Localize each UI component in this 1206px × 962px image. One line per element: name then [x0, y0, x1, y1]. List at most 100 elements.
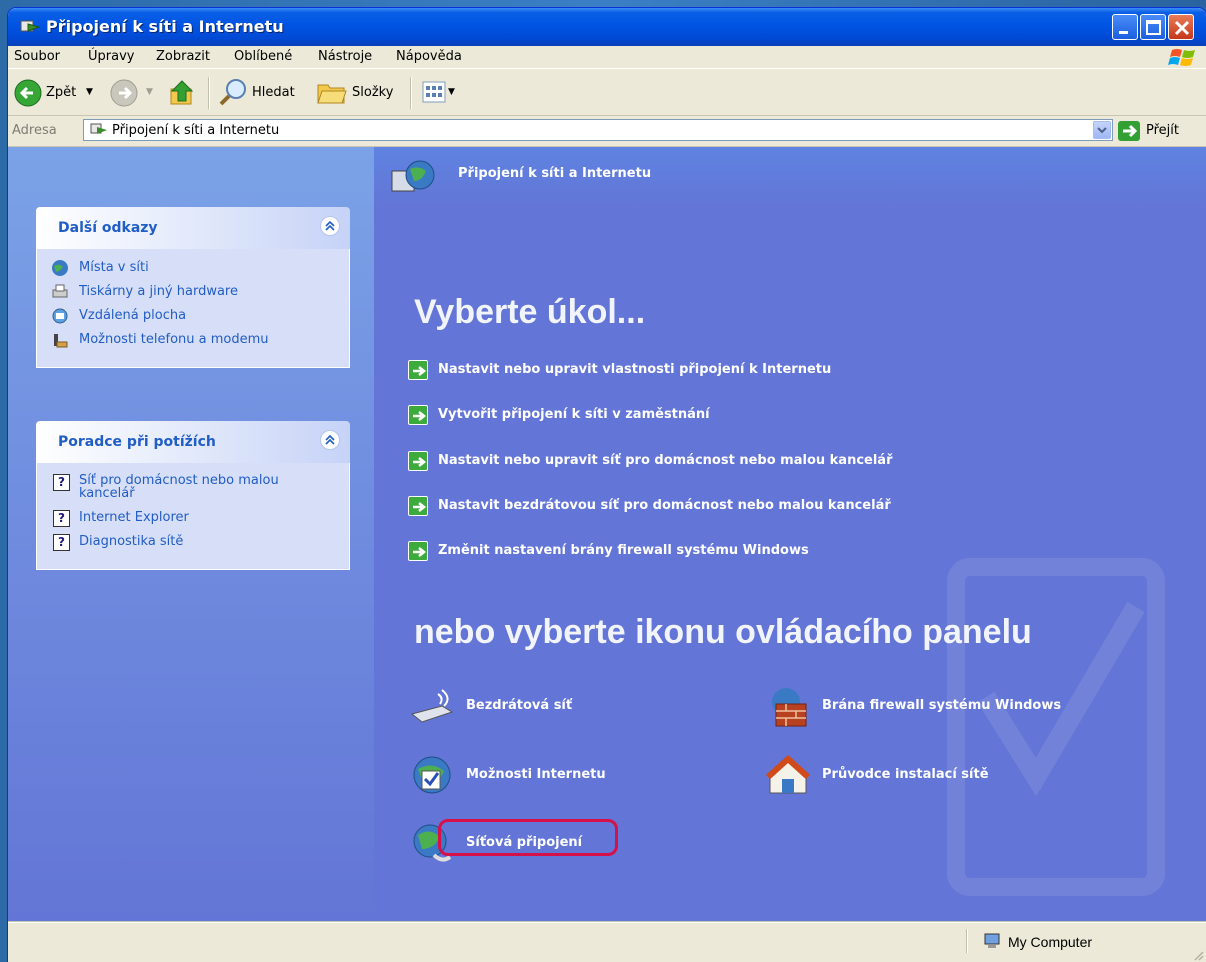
task-label: Nastavit nebo upravit síť pro domácnost … [438, 453, 893, 468]
link-home-network-troubleshooter[interactable]: ? Síť pro domácnost nebo malou kancelář [37, 471, 349, 507]
resize-grip-icon[interactable] [1192, 949, 1204, 961]
other-links-header[interactable]: Další odkazy [36, 207, 350, 249]
internet-options-icon [413, 756, 451, 794]
pick-task-heading: Vyberte úkol... [414, 293, 646, 331]
windows-logo-icon [1168, 49, 1195, 66]
troubleshooters-title: Poradce při potížích [58, 434, 216, 450]
troubleshooters-list: ? Síť pro domácnost nebo malou kancelář … [36, 463, 350, 570]
address-dropdown-button[interactable] [1093, 121, 1111, 139]
toolbar-separator [410, 77, 412, 109]
network-connections-highlight [438, 819, 618, 856]
link-phone-modem[interactable]: Možnosti telefonu a modemu [37, 329, 349, 353]
close-icon [1174, 20, 1190, 36]
computer-icon [984, 933, 1000, 948]
toolbar: Zpět ▼ ▼ Hledat Složky ▼ [8, 69, 1206, 116]
address-value: Připojení k síti a Internetu [112, 123, 280, 138]
task-pane: Další odkazy Místa v síti Tiskárny a jin… [8, 147, 374, 922]
task-label: Vytvořit připojení k síti v zaměstnání [438, 407, 710, 422]
back-dropdown-icon[interactable]: ▼ [86, 87, 93, 97]
link-network-diagnostics[interactable]: ? Diagnostika sítě [37, 531, 349, 555]
folders-icon[interactable] [316, 79, 348, 105]
views-dropdown-icon[interactable]: ▼ [448, 87, 455, 97]
address-bar: Adresa Připojení k síti a Internetu Přej… [8, 116, 1206, 147]
other-links-panel: Další odkazy Místa v síti Tiskárny a jin… [36, 207, 350, 368]
link-remote-desktop[interactable]: Vzdálená plocha [37, 305, 349, 329]
other-links-list: Místa v síti Tiskárny a jiný hardware Vz… [36, 249, 350, 368]
address-input[interactable]: Připojení k síti a Internetu [83, 119, 1113, 141]
folders-button-label[interactable]: Složky [352, 85, 393, 100]
link-printers[interactable]: Tiskárny a jiný hardware [37, 281, 349, 305]
cp-label: Bezdrátová síť [466, 698, 573, 713]
maximize-button[interactable] [1140, 14, 1166, 40]
forward-dropdown-icon[interactable]: ▼ [146, 87, 153, 97]
status-bar: My Computer [8, 922, 1206, 962]
title-bar[interactable]: Připojení k síti a Internetu [8, 8, 1206, 46]
checklist-watermark-icon [947, 558, 1165, 896]
link-label: Možnosti telefonu a modemu [79, 332, 269, 347]
chevron-up-double-icon [325, 220, 335, 231]
category-pane: Připojení k síti a Internetu Vyberte úko… [374, 147, 1206, 922]
up-folder-icon[interactable] [168, 77, 198, 107]
task-arrow-icon [408, 405, 428, 425]
task-arrow-icon [408, 496, 428, 516]
printer-icon [52, 284, 68, 298]
cp-label: Možnosti Internetu [466, 767, 606, 782]
task-label: Změnit nastavení brány firewall systému … [438, 543, 809, 558]
back-arrow-icon[interactable] [14, 79, 42, 107]
menu-help[interactable]: Nápověda [396, 49, 462, 64]
minimize-button[interactable] [1112, 14, 1138, 40]
back-button-label[interactable]: Zpět [46, 85, 76, 100]
other-links-title: Další odkazy [58, 220, 158, 236]
link-label: Síť pro domácnost nebo malou kancelář [79, 473, 279, 501]
forward-arrow-icon[interactable] [110, 79, 138, 107]
cp-label: Průvodce instalací sítě [822, 767, 989, 782]
link-ie-troubleshooter[interactable]: ? Internet Explorer [37, 507, 349, 531]
search-button-label[interactable]: Hledat [252, 85, 295, 100]
chevron-down-icon [1097, 127, 1107, 134]
go-arrow-icon [1123, 124, 1138, 138]
collapse-button[interactable] [320, 216, 340, 236]
remote-desktop-icon [52, 308, 68, 324]
address-label: Adresa [12, 123, 57, 138]
collapse-button[interactable] [320, 430, 340, 450]
home-network-icon [765, 754, 811, 794]
task-label: Nastavit nebo upravit vlastnosti připoje… [438, 362, 832, 377]
task-arrow-icon [408, 451, 428, 471]
link-label: Místa v síti [79, 260, 149, 275]
menu-edit[interactable]: Úpravy [88, 49, 134, 64]
views-icon[interactable] [422, 81, 446, 103]
link-label: Vzdálená plocha [79, 308, 187, 323]
category-header: Připojení k síti a Internetu [374, 147, 1206, 209]
help-icon: ? [53, 510, 70, 527]
globe-icon [52, 260, 68, 276]
firewall-icon [772, 688, 807, 727]
link-label: Internet Explorer [79, 510, 189, 525]
go-button[interactable] [1118, 121, 1140, 141]
status-separator [966, 929, 968, 953]
help-icon: ? [53, 534, 70, 551]
close-button[interactable] [1168, 14, 1194, 40]
go-button-label[interactable]: Přejít [1146, 123, 1179, 138]
maximize-icon [1146, 20, 1161, 35]
cp-label: Brána firewall systému Windows [822, 698, 1062, 713]
pick-icon-heading: nebo vyberte ikonu ovládacího panelu [414, 613, 1032, 651]
network-globe-icon [391, 160, 435, 192]
menu-favorites[interactable]: Oblíbené [234, 49, 292, 64]
link-label: Diagnostika sítě [79, 534, 184, 549]
category-title: Připojení k síti a Internetu [458, 166, 652, 181]
menu-file[interactable]: Soubor [14, 49, 60, 64]
link-label: Tiskárny a jiný hardware [79, 284, 238, 299]
chevron-up-double-icon [325, 434, 335, 445]
task-label: Nastavit bezdrátovou síť pro domácnost n… [438, 498, 891, 513]
network-connections-icon [20, 20, 40, 32]
link-network-places[interactable]: Místa v síti [37, 257, 349, 281]
troubleshooters-header[interactable]: Poradce při potížích [36, 421, 350, 463]
menu-tools[interactable]: Nástroje [318, 49, 372, 64]
network-connections-icon [90, 123, 107, 134]
status-zone: My Computer [1008, 934, 1093, 950]
menu-view[interactable]: Zobrazit [156, 49, 210, 64]
window-title: Připojení k síti a Internetu [46, 17, 284, 36]
search-icon[interactable] [218, 77, 248, 107]
phone-icon [54, 334, 68, 348]
minimize-icon [1119, 31, 1128, 34]
